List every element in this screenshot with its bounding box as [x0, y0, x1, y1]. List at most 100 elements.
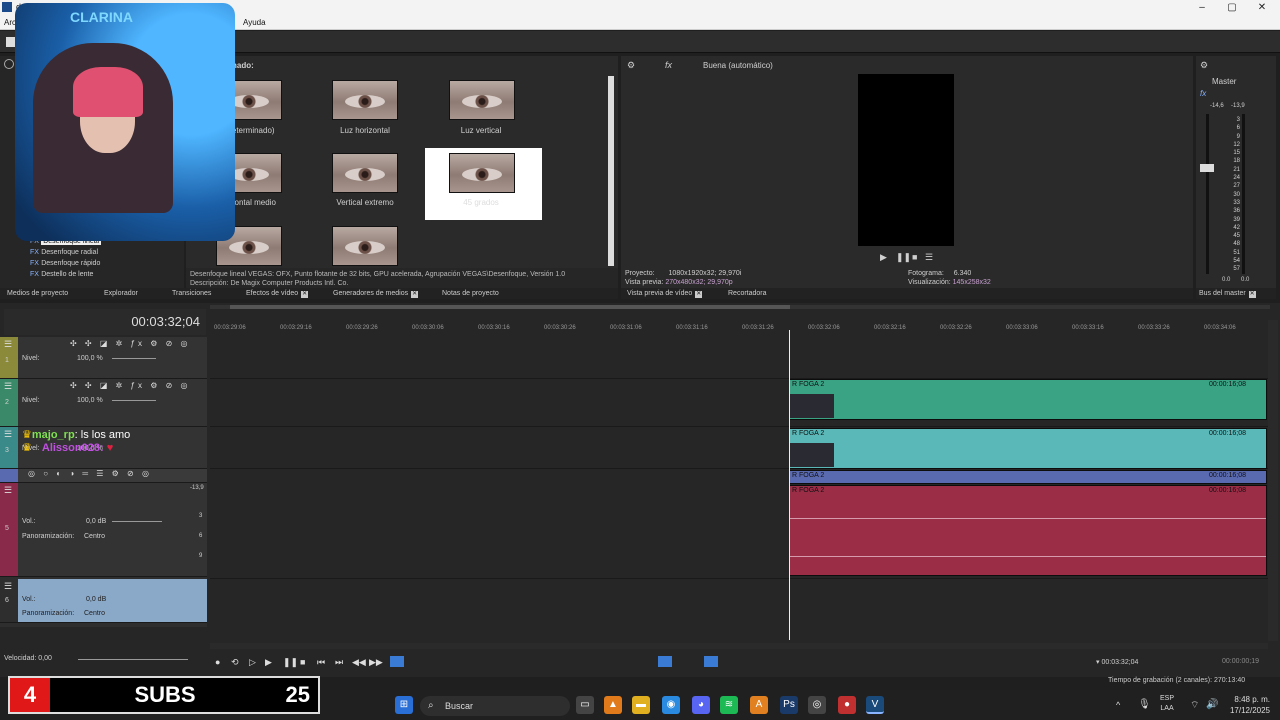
clip-track4[interactable]: R FOGA 2 00:00:16;08 — [789, 470, 1267, 484]
audio-clip-track5[interactable]: R FOGA 2 00:00:16;08 — [789, 485, 1267, 576]
search-box[interactable]: ⌕ Buscar — [420, 696, 570, 716]
play-icon[interactable]: ▶ — [880, 252, 887, 263]
master-fader[interactable] — [1200, 164, 1214, 172]
edit-tool-icon[interactable] — [390, 656, 404, 667]
track-header-2[interactable]: ☰ 2 ✣ ✣ ◪ ✲ ƒx ⚙ ⊘ ◎ Nivel: 100,0 % — [0, 379, 207, 427]
file-explorer-icon[interactable]: ▬ — [632, 696, 650, 714]
info-label: Vista previa: — [625, 279, 664, 286]
chat-text: ♥ — [106, 442, 114, 454]
volume-slider[interactable] — [112, 521, 162, 522]
close-icon[interactable]: ✕ — [301, 291, 309, 298]
time-ruler[interactable]: 00:03:29:06 00:03:29:16 00:03:29:26 00:03:3… — [210, 321, 1270, 337]
record-icon[interactable]: ● — [215, 657, 220, 667]
playhead[interactable] — [789, 330, 790, 640]
menu-icon[interactable]: ☰ — [4, 581, 12, 592]
preset-thumb-vertical[interactable] — [449, 80, 515, 120]
go-to-start-icon[interactable]: ⏮ — [317, 657, 325, 668]
track-header-5[interactable]: ☰ 5 -13,9 Vol.: 0,0 dB Panoramización: C… — [0, 483, 207, 577]
vegas-taskbar-icon[interactable]: V — [866, 696, 884, 714]
prev-frame-icon[interactable]: ◀◀ — [352, 657, 366, 668]
loop-icon[interactable]: ⟲ — [231, 657, 239, 668]
snap-icon[interactable] — [658, 656, 672, 667]
play-from-start-icon[interactable]: ▷ — [249, 657, 256, 668]
task-view-icon[interactable]: ▭ — [576, 696, 594, 714]
stop-icon[interactable]: ■ — [912, 252, 917, 262]
obs-icon[interactable]: ◎ — [808, 696, 826, 714]
gear-icon[interactable]: ⚙ — [627, 60, 635, 71]
track-tools-icon[interactable]: ◎ ○ ◐ ◑ ═ ☰ ⚙ ⊘ ◎ — [28, 469, 152, 478]
chevron-up-icon[interactable]: ^ — [1116, 700, 1120, 710]
track-header-4[interactable]: ◎ ○ ◐ ◑ ═ ☰ ⚙ ⊘ ◎ — [0, 469, 207, 483]
close-button[interactable]: ✕ — [1246, 0, 1278, 15]
wifi-icon[interactable]: ⌔ — [1190, 699, 1199, 712]
next-frame-icon[interactable]: ▶▶ — [369, 657, 383, 668]
tab-master-bus[interactable]: Bus del master ✕ — [1199, 288, 1256, 299]
speed-slider[interactable] — [78, 659, 188, 660]
app-icon[interactable]: ● — [838, 696, 856, 714]
menu-ayuda[interactable]: Ayuda — [243, 18, 266, 27]
track-tools-icon[interactable]: ✣ ✣ ◪ ✲ ƒx ⚙ ⊘ ◎ — [70, 381, 191, 390]
video-clip-track3[interactable]: R FOGA 2 00:00:16;08 — [789, 428, 1267, 469]
cursor-time-value: 00:03:32;04 — [1101, 659, 1139, 666]
close-icon[interactable]: ✕ — [1248, 291, 1256, 298]
tab-video-fx[interactable]: Efectos de vídeo ✕ — [246, 288, 309, 299]
list-item[interactable]: FX Destello de lente — [30, 269, 180, 280]
scrollbar[interactable] — [608, 76, 614, 266]
search-icon[interactable] — [4, 59, 14, 69]
windows-start-icon[interactable]: ⊞ — [395, 696, 413, 714]
preset-thumb-vertical-extreme[interactable] — [332, 153, 398, 193]
gear-icon[interactable]: ⚙ — [1200, 60, 1208, 71]
list-item[interactable]: FX Desenfoque rápido — [30, 258, 180, 269]
fx-icon[interactable]: fx — [1200, 89, 1206, 98]
transport-bar: Velocidad: 0,00 ● ⟲ ▷ ▶ ❚❚ ■ ⏮ ⏭ ◀◀ ▶▶ ▾… — [0, 641, 1280, 677]
chrome-icon[interactable]: ◉ — [662, 696, 680, 714]
preset-thumb-45-degrees[interactable] — [449, 153, 515, 193]
tab-explorer[interactable]: Explorador — [104, 288, 138, 299]
clock[interactable]: 8:48 p. m. 17/12/2025 — [1228, 694, 1270, 716]
tab-project-notes[interactable]: Notas de proyecto — [442, 288, 499, 299]
go-to-end-icon[interactable]: ⏭ — [335, 657, 343, 668]
level-slider[interactable] — [112, 358, 156, 359]
track-header-1[interactable]: ☰ 1 ✣ ✣ ◪ ✲ ƒx ⚙ ⊘ ◎ Nivel: 100,0 % — [0, 337, 207, 379]
tab-project-media[interactable]: Medios de proyecto — [7, 288, 68, 299]
vlc-icon[interactable]: ▲ — [604, 696, 622, 714]
preset-thumb-horizontal[interactable] — [332, 80, 398, 120]
language-indicator[interactable]: ESP LAA — [1160, 694, 1174, 714]
new-project-icon[interactable] — [6, 37, 15, 47]
menu-icon[interactable]: ☰ — [4, 485, 12, 496]
tab-media-generators[interactable]: Generadores de medios ✕ — [333, 288, 419, 299]
ripple-icon[interactable] — [704, 656, 718, 667]
preset-thumb[interactable] — [332, 226, 398, 266]
tab-trimmer[interactable]: Recortadora — [728, 288, 767, 299]
discord-icon[interactable]: ◕ — [692, 696, 710, 714]
close-icon[interactable]: ✕ — [695, 291, 703, 298]
minimize-button[interactable]: – — [1186, 0, 1218, 15]
menu-icon[interactable]: ☰ — [4, 429, 12, 440]
spotify-icon[interactable]: ≋ — [720, 696, 738, 714]
loop-region[interactable] — [230, 305, 790, 309]
tab-video-preview[interactable]: Vista previa de vídeo ✕ — [627, 288, 703, 299]
microphone-icon[interactable]: 🎙 — [1138, 699, 1151, 710]
menu-icon[interactable]: ☰ — [4, 381, 12, 392]
menu-icon[interactable]: ☰ — [925, 252, 933, 263]
quality-select[interactable]: Buena (automático) — [703, 61, 773, 70]
list-item[interactable]: FX Desenfoque radial — [30, 247, 180, 258]
pause-icon[interactable]: ❚❚ — [283, 657, 298, 668]
track-header-6[interactable]: ☰ 6 Vol.: 0,0 dB Panoramización: Centro — [0, 579, 207, 623]
photoshop-icon[interactable]: Ps — [780, 696, 798, 714]
maximize-button[interactable]: ▢ — [1216, 0, 1248, 15]
volume-icon[interactable]: 🔊 — [1206, 699, 1218, 710]
menu-icon[interactable]: ☰ — [4, 339, 12, 350]
vertical-scrollbar[interactable] — [1268, 320, 1278, 650]
stop-icon[interactable]: ■ — [300, 657, 305, 667]
app-icon[interactable]: A — [750, 696, 768, 714]
fx-icon[interactable]: fx — [665, 60, 672, 70]
track-tools-icon[interactable]: ✣ ✣ ◪ ✲ ƒx ⚙ ⊘ ◎ — [70, 339, 191, 348]
play-icon[interactable]: ▶ — [265, 657, 272, 668]
tab-transitions[interactable]: Transiciones — [172, 288, 211, 299]
pause-icon[interactable]: ❚❚ — [896, 252, 911, 263]
horizontal-scrollbar[interactable] — [210, 643, 1268, 649]
video-clip-track2[interactable]: R FOGA 2 00:00:16;08 — [789, 379, 1267, 420]
level-slider[interactable] — [112, 400, 156, 401]
close-icon[interactable]: ✕ — [411, 291, 419, 298]
